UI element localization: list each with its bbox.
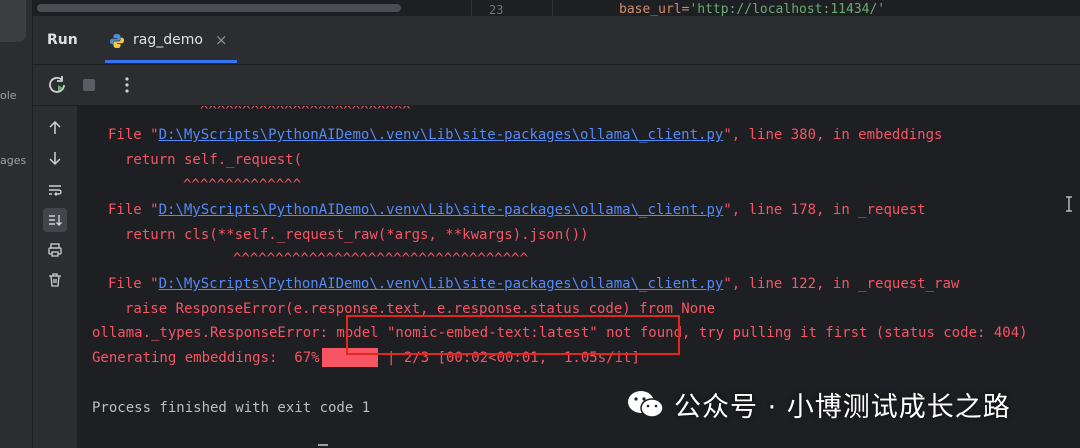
file-prefix: File " (108, 127, 159, 143)
code-line: base_url='http://localhost:11434/' (619, 2, 885, 16)
code-key: base_url= (619, 2, 690, 16)
wechat-icon (628, 391, 664, 418)
watermark: 公众号 · 小博测试成长之路 (626, 386, 1011, 423)
rerun-icon[interactable] (45, 73, 69, 97)
resize-handle[interactable] (318, 444, 328, 446)
file-suffix: ", line 380, in embeddings (723, 127, 943, 143)
strip-label[interactable]: ages (0, 154, 26, 167)
print-icon[interactable] (43, 238, 67, 262)
file-path-link[interactable]: D:\MyScripts\PythonAIDemo\.venv\Lib\site… (159, 127, 724, 143)
console-output[interactable]: ^^^^^^^^^^^^^^^^^^^^^^^^^ File "D:\MyScr… (78, 106, 1080, 448)
editor-gutter (471, 0, 553, 16)
horizontal-scrollbar[interactable] (37, 4, 401, 12)
run-toolbar (33, 65, 1080, 106)
run-title: Run (47, 32, 78, 48)
file-path-link[interactable]: D:\MyScripts\PythonAIDemo\.venv\Lib\site… (159, 202, 724, 218)
tab-active-indicator (105, 60, 237, 63)
console-code-line: return self._request( (125, 152, 303, 168)
file-path-link[interactable]: D:\MyScripts\PythonAIDemo\.venv\Lib\site… (159, 276, 724, 292)
text-cursor-icon (1066, 196, 1072, 212)
console-traceback-line: File "D:\MyScripts\PythonAIDemo\.venv\Li… (108, 126, 942, 144)
file-suffix: ", line 178, in _request (723, 202, 926, 218)
more-icon[interactable] (115, 73, 139, 97)
python-icon (110, 34, 124, 48)
console-caret-line: ^^^^^^^^^^^^^^ (183, 177, 302, 193)
console-side-actions (33, 106, 78, 448)
editor-peek: 23 base_url='http://localhost:11434/' (33, 0, 1080, 16)
console-exit-line: Process finished with exit code 1 (92, 400, 371, 416)
strip-label[interactable]: ole (0, 89, 17, 102)
line-number: 23 (489, 3, 504, 16)
console-caret-line: ^^^^^^^^^^^^^^^^^^^^^^^^^ (200, 106, 411, 119)
file-prefix: File " (108, 202, 159, 218)
run-tool-header: Run rag_demo × (33, 16, 1080, 65)
console-code-line: return cls(**self._request_raw(*args, **… (125, 227, 589, 243)
tab-rag-demo[interactable]: rag_demo × (105, 16, 237, 64)
console-traceback-line: File "D:\MyScripts\PythonAIDemo\.venv\Li… (108, 275, 959, 293)
scroll-to-end-icon[interactable] (43, 208, 67, 232)
file-prefix: File " (108, 276, 159, 292)
left-tool-strip: ole ages (0, 0, 33, 448)
tab-label: rag_demo (133, 32, 203, 48)
stop-icon[interactable] (77, 73, 101, 97)
up-arrow-icon[interactable] (43, 116, 67, 140)
console-traceback-line: File "D:\MyScripts\PythonAIDemo\.venv\Li… (108, 201, 926, 219)
tool-stub[interactable] (0, 0, 26, 42)
file-suffix: ", line 122, in _request_raw (723, 276, 960, 292)
highlight-annotation-box (346, 315, 680, 355)
close-icon[interactable]: × (215, 31, 228, 49)
console-caret-line: ^^^^^^^^^^^^^^^^^^^^^^^^^^^^^^^^^^^ (233, 251, 529, 267)
code-string: 'http://localhost:11434/' (689, 2, 886, 16)
trash-icon[interactable] (43, 268, 67, 292)
soft-wrap-icon[interactable] (43, 178, 67, 202)
down-arrow-icon[interactable] (43, 146, 67, 170)
watermark-text: 公众号 · 小博测试成长之路 (674, 391, 1011, 423)
